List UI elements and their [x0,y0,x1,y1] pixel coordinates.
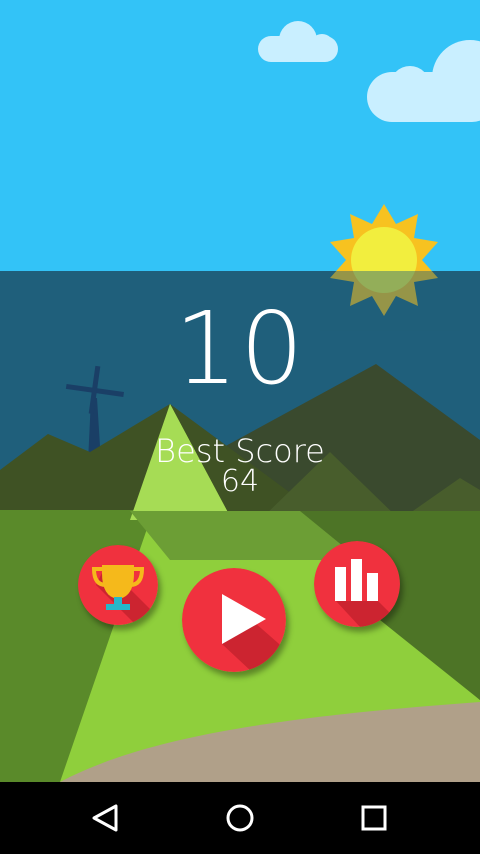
nav-home-button[interactable] [192,782,288,854]
play-button[interactable] [182,568,286,672]
back-triangle-icon [92,804,118,832]
leaderboard-button[interactable] [314,541,400,627]
recents-square-icon [361,805,387,831]
achievements-button[interactable] [78,545,158,625]
nav-back-button[interactable] [58,782,154,854]
system-navigation-bar [0,782,480,854]
nav-recents-button[interactable] [326,782,422,854]
game-scene: 10 Best Score 64 [0,0,480,782]
home-circle-icon [226,804,254,832]
current-score: 10 [174,290,306,407]
best-score-value: 64 [220,464,260,499]
